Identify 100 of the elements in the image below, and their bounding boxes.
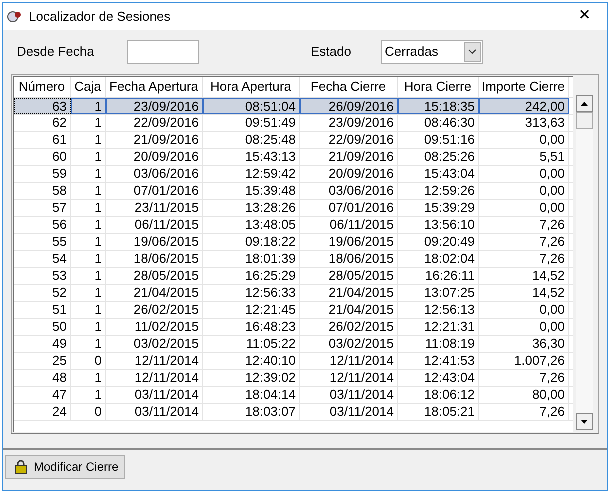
table-cell: 26/02/2015 [300,319,398,335]
scrollbar[interactable] [576,95,593,430]
table-cell: 08:25:48 [203,132,300,148]
table-cell: 13:07:25 [398,285,479,301]
table-cell: 58 [14,183,71,199]
table-cell: 12:43:04 [398,370,479,386]
scroll-thumb[interactable] [576,112,593,129]
table-cell: 08:51:04 [203,98,300,114]
table-cell: 20/09/2016 [106,149,203,165]
table-cell: 1 [71,302,106,318]
table-cell: 24 [14,404,71,420]
table-cell: 18/06/2015 [106,251,203,267]
table-cell: 08:25:26 [398,149,479,165]
table-cell: 12/11/2014 [106,353,203,369]
padlock-icon [14,460,28,474]
table-cell: 28/05/2015 [106,268,203,284]
field-label: Estado [311,43,352,62]
table-cell: 25 [14,353,71,369]
column-header[interactable]: Importe Cierre [479,77,569,97]
table-cell: 242,00 [479,98,569,114]
column-header[interactable]: Hora Cierre [398,77,479,97]
table-cell: 23/11/2015 [106,200,203,216]
table-cell: 03/06/2016 [300,183,398,199]
table-cell: 09:18:22 [203,234,300,250]
table-cell: 51 [14,302,71,318]
table-cell: 18:01:39 [203,251,300,267]
table-cell: 1 [71,268,106,284]
table-cell: 63 [14,98,71,114]
table-cell: 13:48:05 [203,217,300,233]
table-cell: 0 [71,353,106,369]
column-header[interactable]: Caja [71,77,106,97]
table-cell: 15:43:04 [398,166,479,182]
table-cell: 19/06/2015 [300,234,398,250]
table-cell: 07/01/2016 [300,200,398,216]
table-cell: 12:40:10 [203,353,300,369]
window-title: Localizador de Sesiones [29,8,171,26]
table-cell: 12:56:33 [203,285,300,301]
table-cell: 16:48:23 [203,319,300,335]
table-cell: 21/04/2015 [300,285,398,301]
down-arrow-icon [581,420,588,424]
table-cell: 12:59:42 [203,166,300,182]
column-header[interactable]: Fecha Cierre [300,77,398,97]
table-cell: 59 [14,166,71,182]
table-cell: 36,30 [479,336,569,352]
table-cell: 49 [14,336,71,352]
column-header[interactable]: Fecha Apertura [106,77,203,97]
table-cell: 7,26 [479,251,569,267]
scroll-up-button[interactable] [576,95,593,112]
table-cell: 12/11/2014 [300,353,398,369]
table-cell: 26/02/2015 [106,302,203,318]
table-cell: 22/09/2016 [300,132,398,148]
column-header[interactable]: Número [14,77,71,97]
table-cell: 18/06/2015 [300,251,398,267]
table-cell: 15:18:35 [398,98,479,114]
table-cell: 18:03:07 [203,404,300,420]
table-cell: 09:51:49 [203,115,300,131]
table-cell: 28/05/2015 [300,268,398,284]
table-cell: 11/02/2015 [106,319,203,335]
modify-close-button[interactable]: Modificar Cierre [5,455,125,479]
table-cell: 1 [71,285,106,301]
table-cell: 7,26 [479,370,569,386]
table-cell: 18:02:04 [398,251,479,267]
date-field[interactable] [127,40,199,64]
up-arrow-icon [581,102,588,106]
table-cell: 1 [71,149,106,165]
table-cell: 50 [14,319,71,335]
table-cell: 21/04/2015 [300,302,398,318]
table-cell: 11:05:22 [203,336,300,352]
table-cell: 1 [71,200,106,216]
table-cell: 03/02/2015 [106,336,203,352]
table-cell: 1 [71,251,106,267]
state-dropdown[interactable]: Cerradas [381,40,483,64]
close-button[interactable]: ✕ [563,3,607,30]
table-cell: 15:39:48 [203,183,300,199]
table-cell: 18:05:21 [398,404,479,420]
table-cell: 1.007,26 [479,353,569,369]
table-cell: 16:26:11 [398,268,479,284]
scroll-down-button[interactable] [576,413,593,430]
table-cell: 15:43:13 [203,149,300,165]
table-cell: 54 [14,251,71,267]
table-cell: 14,52 [479,268,569,284]
table-cell: 15:39:29 [398,200,479,216]
table-cell: 60 [14,149,71,165]
table-cell: 0,00 [479,200,569,216]
table-cell: 19/06/2015 [106,234,203,250]
table-cell: 80,00 [479,387,569,403]
table-cell: 48 [14,370,71,386]
table-cell: 23/09/2016 [106,98,203,114]
app-icon [7,8,23,24]
table-cell: 1 [71,234,106,250]
table-cell: 22/09/2016 [106,115,203,131]
table-cell: 61 [14,132,71,148]
table-cell: 7,26 [479,234,569,250]
table-cell: 12:59:26 [398,183,479,199]
field-label: Desde Fecha [17,43,96,62]
column-header[interactable]: Hora Apertura [203,77,300,97]
table-cell: 5,51 [479,149,569,165]
table-cell: 1 [71,183,106,199]
table-cell: 18:06:12 [398,387,479,403]
table-cell: 26/09/2016 [300,98,398,114]
